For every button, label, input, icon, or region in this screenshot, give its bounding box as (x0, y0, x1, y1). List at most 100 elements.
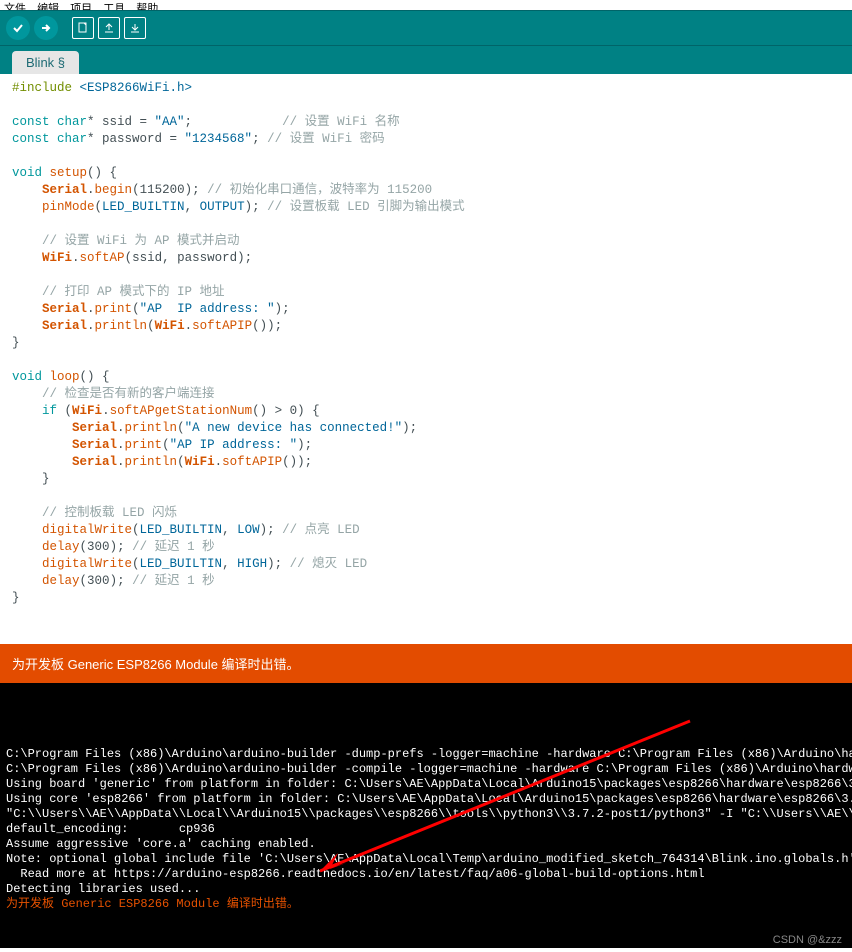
code-text: WiFi (72, 404, 102, 418)
console-line: Read more at https://arduino-esp8266.rea… (6, 867, 705, 881)
code-text: LOW (237, 523, 260, 537)
code-text: // 熄灭 LED (290, 557, 368, 571)
code-text: 300 (87, 540, 110, 554)
code-text: // 设置 WiFi 名称 (282, 115, 400, 129)
code-text: // 点亮 LED (282, 523, 360, 537)
code-text: LED_BUILTIN (140, 557, 223, 571)
save-button[interactable] (124, 17, 146, 39)
code-text: "AP IP address: " (170, 438, 298, 452)
code-text: if (42, 404, 57, 418)
code-text: #include (12, 81, 80, 95)
console-line: default_encoding: cp936 (6, 822, 215, 836)
menubar: 文件 编辑 项目 工具 帮助 (0, 0, 852, 10)
code-text: (ssid, password); (125, 251, 253, 265)
menu-edit[interactable]: 编辑 (37, 3, 59, 10)
code-text: const char (12, 115, 87, 129)
code-text: "1234568" (185, 132, 253, 146)
code-text: // 设置 WiFi 密码 (267, 132, 385, 146)
toolbar (0, 10, 852, 46)
code-text: WiFi (42, 251, 72, 265)
code-text: * ssid = (87, 115, 155, 129)
open-button[interactable] (98, 17, 120, 39)
code-text: softAPgetStationNum (110, 404, 253, 418)
menu-file[interactable]: 文件 (4, 3, 26, 10)
code-text: // 设置板载 LED 引脚为输出模式 (267, 200, 465, 214)
watermark: CSDN @&zzz (773, 934, 842, 946)
status-bar: 为开发板 Generic ESP8266 Module 编译时出错。 (0, 644, 852, 683)
code-text: print (125, 438, 163, 452)
code-text: <ESP8266WiFi.h> (80, 81, 193, 95)
new-button[interactable] (72, 17, 94, 39)
code-text: () { (80, 370, 110, 384)
console-line: Note: optional global include file 'C:\U… (6, 852, 852, 866)
code-text: loop (50, 370, 80, 384)
menu-sketch[interactable]: 项目 (70, 3, 92, 10)
code-text: delay (42, 540, 80, 554)
code-text: Serial (72, 421, 117, 435)
code-text: HIGH (237, 557, 267, 571)
console-line: Detecting libraries used... (6, 882, 200, 896)
code-text: "AA" (155, 115, 185, 129)
code-text: WiFi (155, 319, 185, 333)
code-text: digitalWrite (42, 523, 132, 537)
code-text: void (12, 370, 50, 384)
code-text: // 延迟 1 秒 (132, 574, 215, 588)
code-text: println (95, 319, 148, 333)
code-text: // 延迟 1 秒 (132, 540, 215, 554)
code-text: delay (42, 574, 80, 588)
code-text: Serial (72, 438, 117, 452)
code-text: Serial (42, 183, 87, 197)
code-text: (115200); (132, 183, 207, 197)
code-text: LED_BUILTIN (102, 200, 185, 214)
code-text: // 设置 WiFi 为 AP 模式并启动 (42, 234, 240, 248)
console-output[interactable]: C:\Program Files (x86)\Arduino\arduino-b… (0, 683, 852, 948)
menu-help[interactable]: 帮助 (136, 3, 158, 10)
console-line: Using board 'generic' from platform in f… (6, 777, 852, 791)
code-text: ); (245, 200, 268, 214)
console-error: 为开发板 Generic ESP8266 Module 编译时出错。 (6, 897, 299, 911)
code-text: softAP (80, 251, 125, 265)
code-text: WiFi (185, 455, 215, 469)
code-text: "AP IP address: " (140, 302, 275, 316)
code-text: begin (95, 183, 133, 197)
code-text: print (95, 302, 133, 316)
code-text: digitalWrite (42, 557, 132, 571)
menu-tools[interactable]: 工具 (103, 3, 125, 10)
code-text: 300 (87, 574, 110, 588)
code-text: Serial (72, 455, 117, 469)
code-text: const char (12, 132, 87, 146)
console-line: C:\Program Files (x86)\Arduino\arduino-b… (6, 762, 852, 776)
code-text: println (125, 421, 178, 435)
code-editor[interactable]: #include <ESP8266WiFi.h> const char* ssi… (0, 74, 852, 644)
code-text: "A new device has connected!" (185, 421, 403, 435)
code-text: ; (252, 132, 267, 146)
code-text: // 打印 AP 模式下的 IP 地址 (42, 285, 225, 299)
code-text: * password = (87, 132, 185, 146)
code-text: softAPIP (222, 455, 282, 469)
console-line: "C:\\Users\\AE\\AppData\\Local\\Arduino1… (6, 807, 852, 821)
status-message: 为开发板 Generic ESP8266 Module 编译时出错。 (12, 657, 300, 672)
code-text: Serial (42, 302, 87, 316)
code-text: void (12, 166, 50, 180)
console-line: Using core 'esp8266' from platform in fo… (6, 792, 852, 806)
code-text: Serial (42, 319, 87, 333)
console-line: C:\Program Files (x86)\Arduino\arduino-b… (6, 747, 852, 761)
code-text: setup (50, 166, 88, 180)
code-text: // 控制板载 LED 闪烁 (42, 506, 177, 520)
code-text: // 初始化串口通信，波特率为 115200 (207, 183, 432, 197)
code-text: LED_BUILTIN (140, 523, 223, 537)
code-text: () > 0) { (252, 404, 320, 418)
code-text: println (125, 455, 178, 469)
verify-button[interactable] (6, 16, 30, 40)
code-text: OUTPUT (200, 200, 245, 214)
tab-bar: Blink § (0, 46, 852, 74)
code-text: ; (185, 115, 283, 129)
code-text: () { (87, 166, 117, 180)
upload-button[interactable] (34, 16, 58, 40)
code-text: ); (110, 574, 133, 588)
code-text: // 检查是否有新的客户端连接 (42, 387, 215, 401)
code-text: pinMode (42, 200, 95, 214)
tab-blink[interactable]: Blink § (12, 51, 79, 74)
console-line: Assume aggressive 'core.a' caching enabl… (6, 837, 316, 851)
code-text: ); (110, 540, 133, 554)
